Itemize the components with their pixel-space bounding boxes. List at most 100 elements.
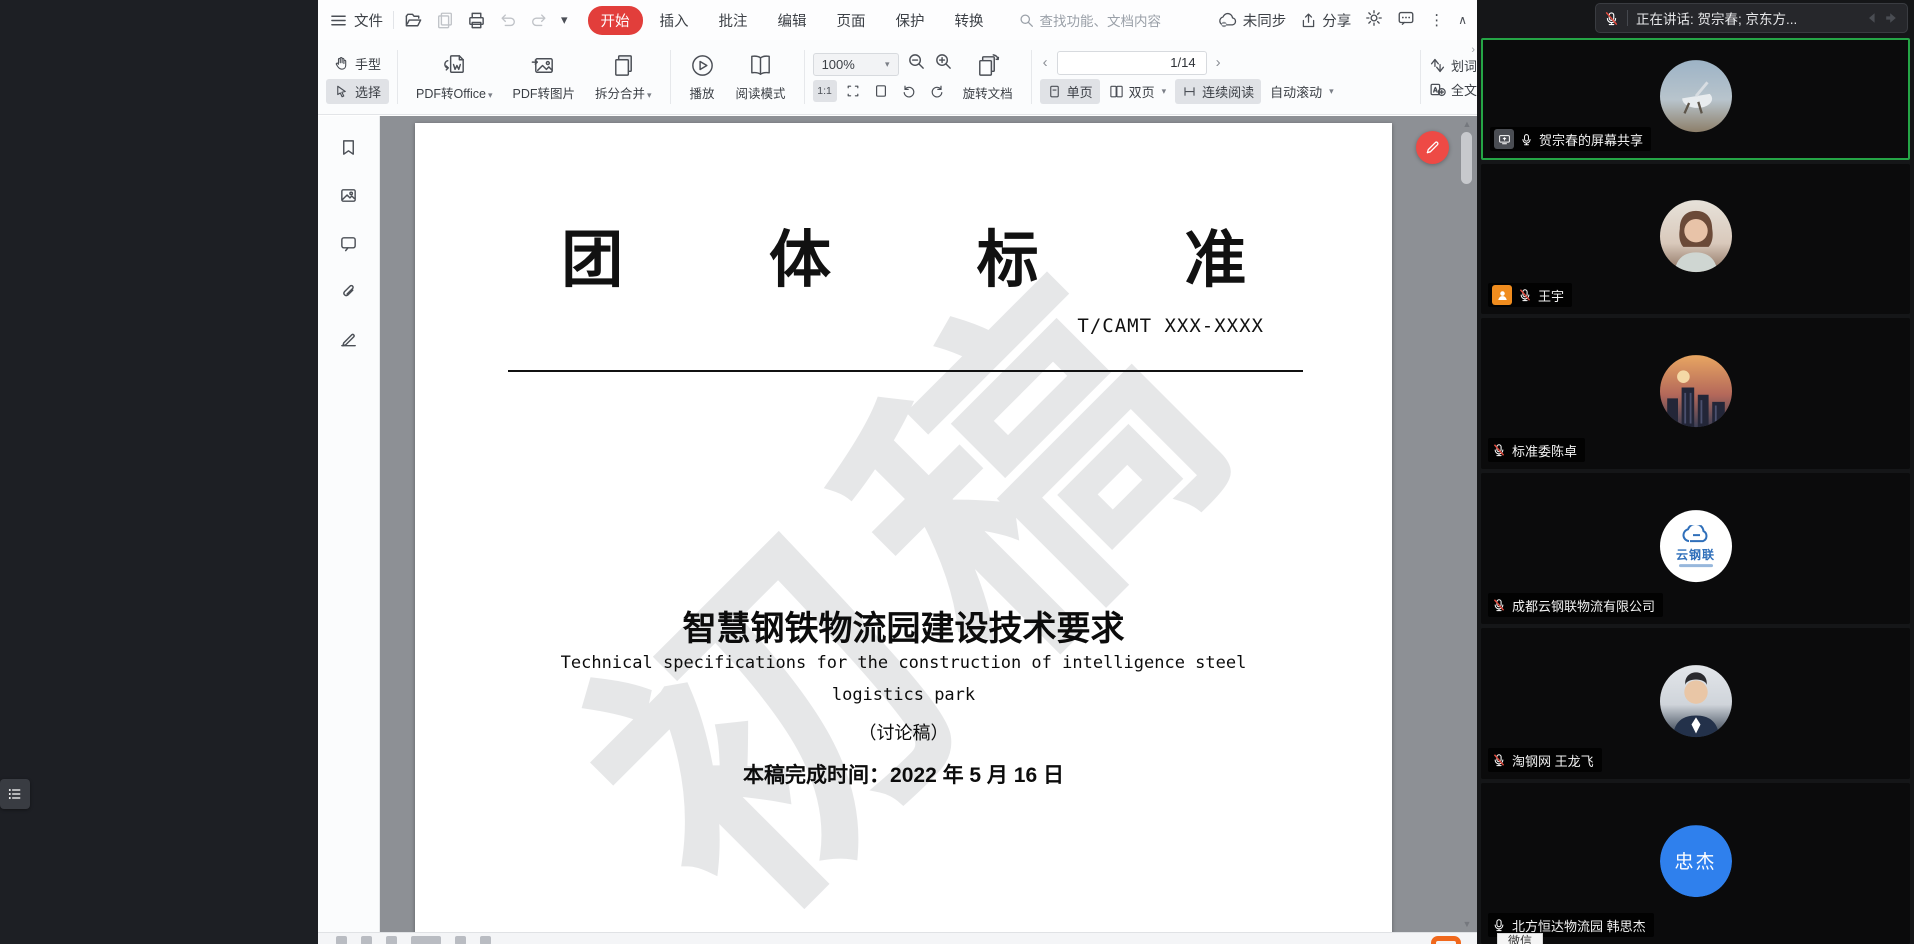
actual-size-button[interactable]: 1:1 <box>813 80 837 102</box>
fit-page-icon <box>873 83 889 99</box>
settings-button[interactable] <box>1365 9 1383 31</box>
auto-scroll-label: 自动滚动 <box>1270 82 1322 101</box>
tab-page[interactable]: 页面 <box>824 6 879 35</box>
zoom-out-button[interactable] <box>907 52 926 76</box>
bookmark-button[interactable] <box>339 138 358 162</box>
dropdown-caret-icon: ▾ <box>1162 86 1167 97</box>
document-scrollbar[interactable]: ▲ ▼ <box>1459 116 1475 932</box>
word-translate-button[interactable]: 划词 <box>1429 56 1477 75</box>
scroll-down-arrow[interactable]: ▼ <box>1459 919 1475 929</box>
redo-button[interactable] <box>530 11 548 29</box>
file-menu-label: 文件 <box>354 10 383 31</box>
page-number-input[interactable] <box>1057 51 1207 75</box>
tab-home[interactable]: 开始 <box>588 6 643 35</box>
comment-button[interactable] <box>339 234 358 258</box>
signature-button[interactable] <box>339 330 358 354</box>
print-button[interactable] <box>467 11 486 30</box>
message-button[interactable] <box>1397 9 1415 31</box>
window-body: 初稿 团体标准 T/CAMT XXX-XXXX 智慧钢铁物流园建设技术要求 Te… <box>318 116 1477 932</box>
single-page-button[interactable]: 单页 <box>1040 79 1100 104</box>
select-tool-button[interactable]: 选择 <box>326 79 389 104</box>
taskbar-icon-clipped[interactable] <box>1425 936 1467 944</box>
scroll-up-arrow[interactable]: ▲ <box>1459 119 1475 129</box>
save-button[interactable] <box>436 11 454 29</box>
select-tool-label: 选择 <box>355 82 381 101</box>
participant-tile[interactable]: 贺宗春的屏幕共享 <box>1481 38 1910 160</box>
pdf-to-office-button[interactable]: PDF转Office▾ <box>406 50 502 104</box>
edit-pdf-floating-button[interactable] <box>1416 131 1449 164</box>
redo-icon <box>530 11 548 29</box>
dropdown-caret-icon: ▾ <box>488 90 493 100</box>
tab-convert[interactable]: 转换 <box>942 6 997 35</box>
tab-edit[interactable]: 编辑 <box>765 6 820 35</box>
fit-page-button[interactable] <box>869 80 893 102</box>
rotate-document-button[interactable]: 旋转文档 <box>953 50 1023 104</box>
paperclip-icon <box>339 282 358 301</box>
tab-annotate[interactable]: 批注 <box>706 6 761 35</box>
back-arrow-icon[interactable] <box>1865 10 1881 26</box>
document-title-en-line2: logistics park <box>415 685 1392 705</box>
image-icon <box>339 186 358 205</box>
tab-protect[interactable]: 保护 <box>883 6 938 35</box>
double-page-button[interactable]: 双页▾ <box>1102 79 1174 104</box>
forward-arrow-icon[interactable] <box>1883 10 1899 26</box>
scrollbar-thumb[interactable] <box>1461 132 1472 184</box>
auto-scroll-button[interactable]: 自动滚动 ▾ <box>1263 79 1341 104</box>
collapse-toolbar-button[interactable]: ∧ <box>1458 13 1467 27</box>
participant-name: 成都云钢联物流有限公司 <box>1512 596 1655 615</box>
hand-tool-label: 手型 <box>355 54 381 73</box>
participant-tile[interactable]: 淘钢网 王龙飞 <box>1481 628 1910 779</box>
cursor-icon <box>334 84 349 99</box>
mic-muted-icon <box>1492 753 1506 767</box>
rotate-document-label: 旋转文档 <box>963 83 1013 102</box>
zoom-in-button[interactable] <box>934 52 953 76</box>
play-label: 播放 <box>690 83 715 102</box>
hand-tool-button[interactable]: 手型 <box>326 51 389 76</box>
search-input[interactable]: 查找功能、文档内容 <box>1019 10 1199 30</box>
next-page-button[interactable]: › <box>1213 54 1224 71</box>
toolbar-expand-arrow[interactable]: › <box>1471 44 1475 56</box>
attachment-button[interactable] <box>339 282 358 306</box>
participant-tile[interactable]: 忠杰 北方恒达物流园 韩思杰 <box>1481 783 1910 944</box>
share-button[interactable]: 分享 <box>1300 10 1351 31</box>
zoom-level-dropdown[interactable]: 100% ▾ <box>813 53 899 76</box>
split-merge-button[interactable]: 拆分合并▾ <box>585 50 662 104</box>
open-button[interactable] <box>404 11 423 30</box>
rotate-left-button[interactable] <box>897 80 921 102</box>
undo-button[interactable] <box>499 11 517 29</box>
full-translate-label: 全文 <box>1451 80 1477 99</box>
divider <box>1627 10 1628 26</box>
word-translate-label: 划词 <box>1451 56 1477 75</box>
read-mode-button[interactable]: 阅读模式 <box>726 50 796 104</box>
full-translate-button[interactable]: 全文 <box>1429 80 1477 99</box>
participant-initials: 忠杰 <box>1660 825 1732 897</box>
sync-status-button[interactable]: 未同步 <box>1218 10 1287 31</box>
play-button[interactable]: 播放 <box>679 50 726 104</box>
more-menu-button[interactable]: ⋮ <box>1429 11 1444 29</box>
rotate-right-button[interactable] <box>925 80 949 102</box>
divider <box>393 11 394 29</box>
rotate-left-icon <box>901 83 917 99</box>
snapshot-button[interactable] <box>339 186 358 210</box>
quickbar-dropdown[interactable]: ▾ <box>561 12 568 28</box>
fit-width-button[interactable] <box>841 80 865 102</box>
search-icon <box>1019 13 1034 28</box>
play-circle-icon <box>689 52 716 79</box>
bookmark-icon <box>339 138 358 157</box>
participant-tile[interactable]: 王宇 <box>1481 164 1910 314</box>
pdf-page: 初稿 团体标准 T/CAMT XXX-XXXX 智慧钢铁物流园建设技术要求 Te… <box>415 123 1392 932</box>
doc-outline-floating-button[interactable] <box>0 779 30 809</box>
previous-page-button[interactable]: ‹ <box>1040 54 1051 71</box>
participant-name: 王宇 <box>1538 286 1564 305</box>
document-viewport[interactable]: 初稿 团体标准 T/CAMT XXX-XXXX 智慧钢铁物流园建设技术要求 Te… <box>380 116 1477 932</box>
participant-tile[interactable]: 云钢联 成都云钢联物流有限公司 <box>1481 473 1910 624</box>
continuous-read-button[interactable]: 连续阅读 <box>1175 79 1261 104</box>
pdf-to-image-label: PDF转图片 <box>512 83 575 102</box>
continuous-read-label: 连续阅读 <box>1202 82 1254 101</box>
pdf-to-image-button[interactable]: PDF转图片 <box>502 50 585 104</box>
file-menu-button[interactable]: 文件 <box>330 10 383 31</box>
tab-insert[interactable]: 插入 <box>647 6 702 35</box>
dropdown-caret-icon: ▾ <box>1329 86 1334 97</box>
dropdown-caret-icon: ▾ <box>647 90 652 100</box>
participant-tile[interactable]: 标准委陈卓 <box>1481 318 1910 469</box>
